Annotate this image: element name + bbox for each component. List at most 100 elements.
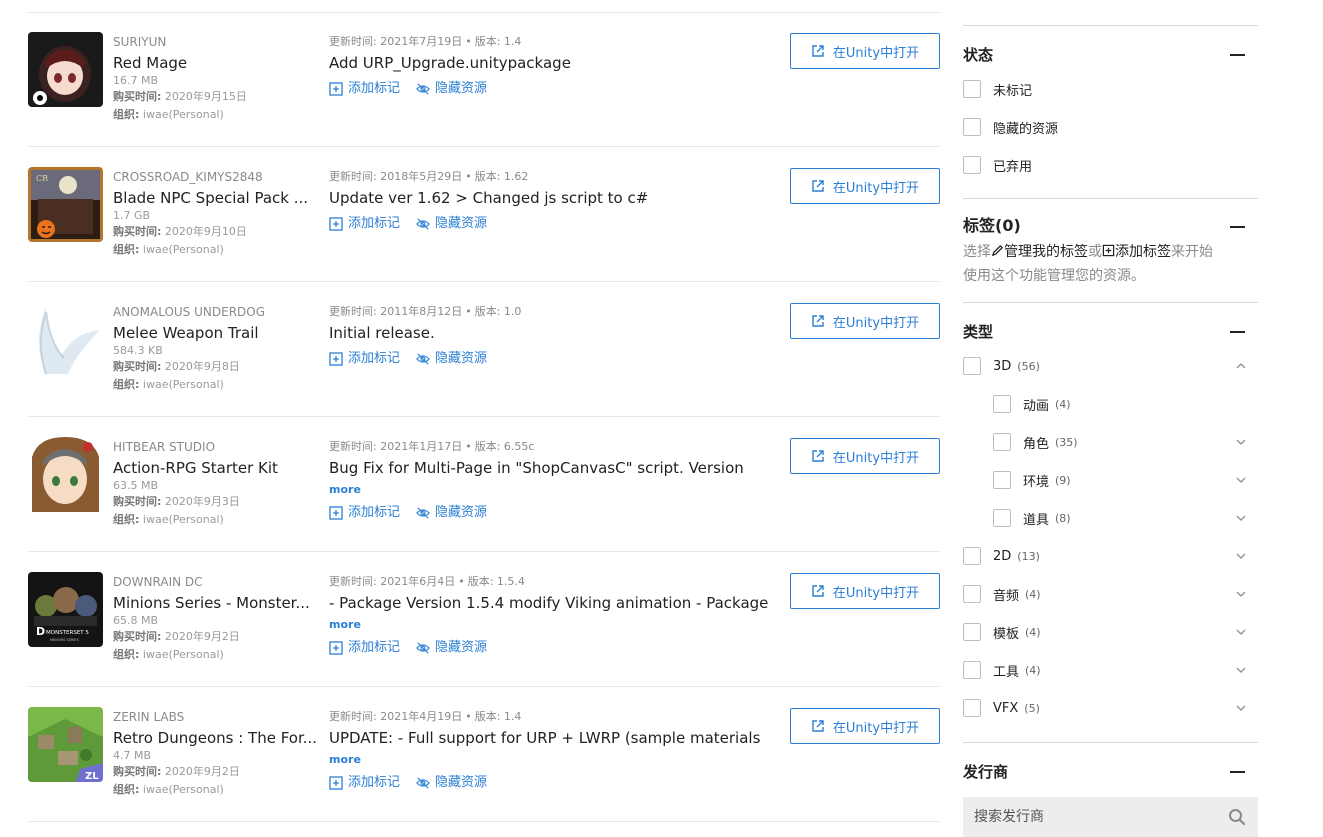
version-key: 版本: [474,710,504,723]
hide-asset-button[interactable]: 隐藏资源 [416,640,487,656]
chevron-down-icon[interactable] [1235,588,1247,600]
collapse-tags-icon[interactable] [1230,226,1245,228]
checkbox[interactable] [963,156,981,174]
more-link[interactable]: more [329,618,361,632]
open-in-unity-button[interactable]: 在Unity中打开 [790,33,940,69]
type-filter-item[interactable]: 3D (56) [963,356,1040,376]
asset-name[interactable]: Melee Weapon Trail [113,323,323,343]
blade-npc-thumbnail[interactable]: CR [28,167,103,242]
publisher-search-input[interactable] [963,797,1258,837]
external-link-icon [812,315,824,327]
chevron-down-icon[interactable] [1235,550,1247,562]
open-in-unity-button[interactable]: 在Unity中打开 [790,168,940,204]
external-link-icon [812,450,824,462]
checkbox[interactable] [963,547,981,565]
more-link[interactable]: more [329,753,361,767]
action-rpg-thumbnail[interactable] [28,437,103,512]
asset-publisher[interactable]: ZERIN LABS [113,710,323,724]
update-meta: 更新时间: 2021年1月17日 • 版本: 6.55c [329,440,779,454]
open-in-unity-button[interactable]: 在Unity中打开 [790,438,940,474]
red-mage-thumbnail[interactable] [28,32,103,107]
type-filter-item[interactable]: 音频 (4) [963,584,1041,604]
update-date-key: 更新时间: [329,170,381,183]
asset-publisher[interactable]: ANOMALOUS UNDERDOG [113,305,323,319]
collapse-type-icon[interactable] [1230,331,1245,333]
type-filter-item[interactable]: 道具 (8) [993,508,1071,528]
eye-off-icon [416,777,430,789]
asset-name[interactable]: Retro Dungeons : The For... [113,728,323,748]
add-tag-button[interactable]: 添加标记 [329,775,400,791]
chevron-down-icon[interactable] [1235,512,1247,524]
hide-asset-button[interactable]: 隐藏资源 [416,505,487,521]
checkbox[interactable] [993,395,1011,413]
update-notes: Bug Fix for Multi-Page in "ShopCanvasC" … [329,459,744,477]
asset-publisher[interactable]: SURIYUN [113,35,323,49]
hide-asset-label: 隐藏资源 [435,351,488,366]
checkbox[interactable] [963,661,981,679]
update-meta: 更新时间: 2011年8月12日 • 版本: 1.0 [329,305,779,319]
open-in-unity-label: 在Unity中打开 [832,45,920,61]
asset-name[interactable]: Action-RPG Starter Kit [113,458,323,478]
status-filter-hidden[interactable]: 隐藏的资源 [963,117,1058,137]
type-filter-item[interactable]: VFX (5) [963,698,1040,718]
chevron-up-icon[interactable] [1235,360,1247,372]
checkbox[interactable] [963,118,981,136]
asset-actions: 添加标记 隐藏资源 [329,505,779,521]
type-filter-count: (8) [1055,511,1071,525]
asset-publisher[interactable]: HITBEAR STUDIO [113,440,323,454]
checkbox[interactable] [993,509,1011,527]
asset-name[interactable]: Blade NPC Special Pack ... [113,188,323,208]
bullet-separator: • [465,710,472,723]
open-in-unity-button[interactable]: 在Unity中打开 [790,303,940,339]
chevron-down-icon[interactable] [1235,664,1247,676]
asset-publisher[interactable]: DOWNRAIN DC [113,575,323,589]
type-filter-item[interactable]: 模板 (4) [963,622,1041,642]
checkbox[interactable] [963,357,981,375]
weapon-trail-thumbnail[interactable] [28,302,103,377]
search-icon[interactable] [1228,808,1246,826]
hide-asset-button[interactable]: 隐藏资源 [416,81,487,97]
checkbox[interactable] [963,80,981,98]
type-filter-item[interactable]: 环境 (9) [993,470,1071,490]
type-filter-item[interactable]: 2D (13) [963,546,1040,566]
add-tag-button[interactable]: 添加标记 [329,640,400,656]
asset-name[interactable]: Red Mage [113,53,323,73]
open-in-unity-button[interactable]: 在Unity中打开 [790,573,940,609]
checkbox[interactable] [993,471,1011,489]
more-link[interactable]: more [329,483,361,497]
hide-asset-label: 隐藏资源 [435,505,488,520]
add-tag-button[interactable]: 添加标记 [329,216,400,232]
hide-asset-button[interactable]: 隐藏资源 [416,216,487,232]
collapse-publisher-icon[interactable] [1230,771,1245,773]
update-date-value: 2021年6月4日 [380,575,456,588]
checkbox[interactable] [963,623,981,641]
checkbox[interactable] [963,699,981,717]
hide-asset-button[interactable]: 隐藏资源 [416,775,487,791]
retro-dungeons-thumbnail[interactable]: ZL [28,707,103,782]
add-tag-link[interactable]: 添加标签 [1115,244,1171,260]
asset-publisher[interactable]: CROSSROAD_KIMYS2848 [113,170,323,184]
collapse-status-icon[interactable] [1230,54,1245,56]
asset-size: 4.7 MB [113,749,152,762]
add-tag-button[interactable]: 添加标记 [329,81,400,97]
add-box-icon [329,352,343,366]
checkbox[interactable] [993,433,1011,451]
asset-name[interactable]: Minions Series - Monster... [113,593,323,613]
status-filter-deprecated[interactable]: 已弃用 [963,155,1032,175]
open-in-unity-button[interactable]: 在Unity中打开 [790,708,940,744]
add-tag-button[interactable]: 添加标记 [329,351,400,367]
type-filter-item[interactable]: 动画 (4) [993,394,1071,414]
status-filter-untagged[interactable]: 未标记 [963,79,1032,99]
chevron-down-icon[interactable] [1235,626,1247,638]
manage-tags-link[interactable]: 管理我的标签 [1004,244,1088,260]
chevron-down-icon[interactable] [1235,702,1247,714]
add-tag-label: 添加标记 [348,775,401,790]
add-tag-button[interactable]: 添加标记 [329,505,400,521]
chevron-down-icon[interactable] [1235,436,1247,448]
chevron-down-icon[interactable] [1235,474,1247,486]
checkbox[interactable] [963,585,981,603]
type-filter-item[interactable]: 角色 (35) [993,432,1078,452]
hide-asset-button[interactable]: 隐藏资源 [416,351,487,367]
minions-series-thumbnail[interactable]: D MONSTERSET 5 MINIONS SERIES [28,572,103,647]
type-filter-item[interactable]: 工具 (4) [963,660,1041,680]
